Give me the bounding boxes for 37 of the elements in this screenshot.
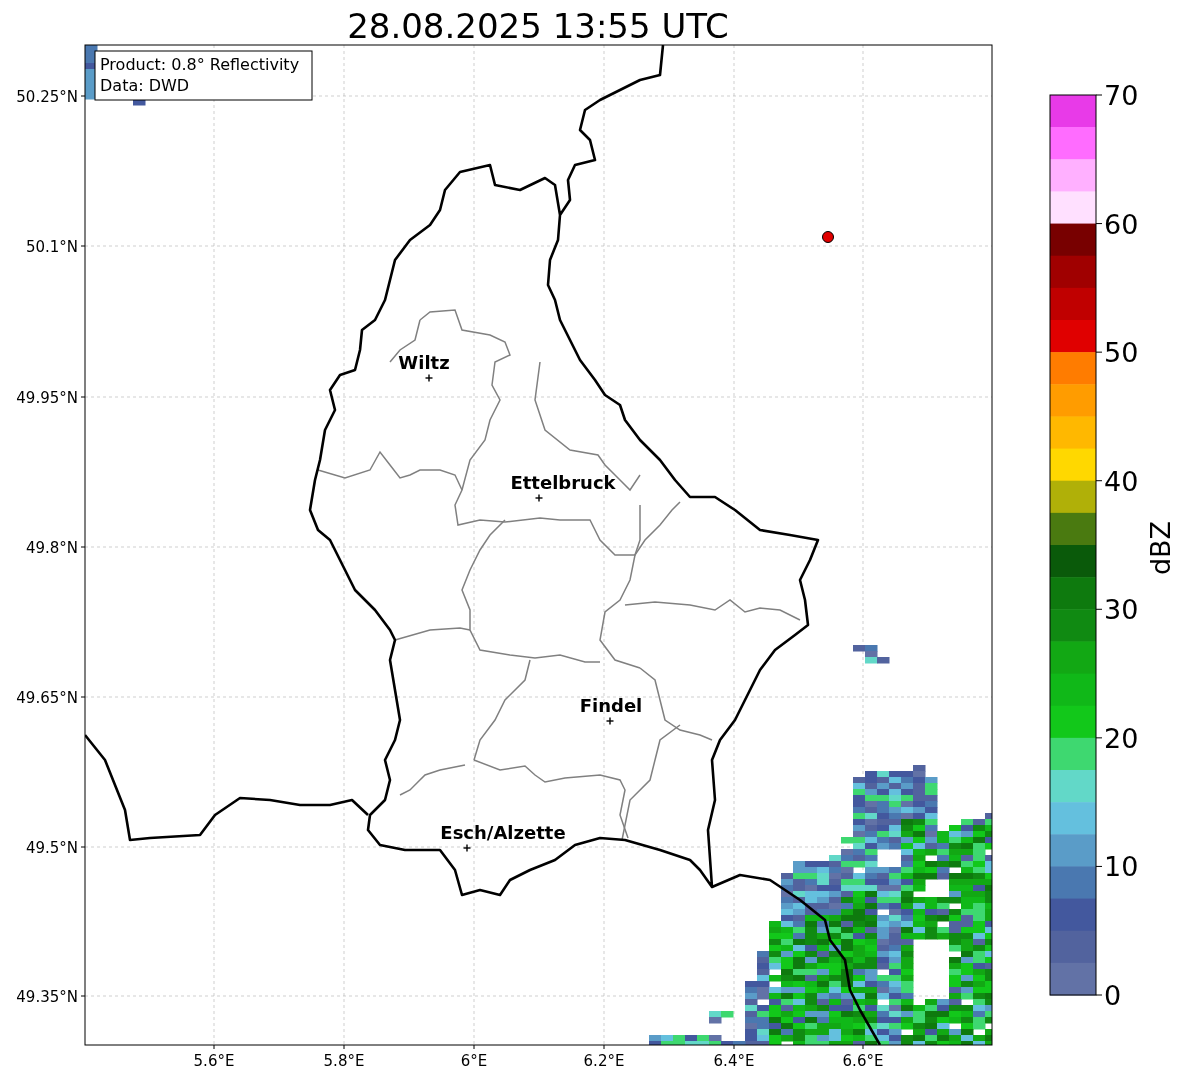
colorbar-tick-label: 10 — [1104, 851, 1139, 883]
info-text: Data: DWD — [100, 76, 190, 95]
colorbar-tick-label: 0 — [1104, 980, 1122, 1011]
city-label: Findel — [579, 695, 643, 716]
longitude-label: 6.4°E — [713, 1052, 755, 1070]
colorbar-tick-label: 20 — [1104, 722, 1139, 754]
map-title: 28.08.2025 13:55 UTC — [347, 6, 729, 46]
city-marker-icon — [534, 493, 544, 503]
city-label: Ettelbruck — [510, 472, 616, 493]
latitude-label: 49.5°N — [25, 839, 78, 857]
city-marker-icon — [462, 843, 472, 853]
info-text: Product: 0.8° Reflectivity — [100, 55, 300, 74]
radar-echo-drawing — [853, 645, 890, 664]
latitude-label: 49.35°N — [16, 988, 78, 1006]
latitude-label: 49.95°N — [16, 389, 78, 407]
radar-echo-drawing — [709, 1011, 734, 1024]
longitude-label: 6.2°E — [583, 1052, 625, 1070]
colorbar-tick-label: 70 — [1104, 80, 1139, 111]
city-marker-icon — [605, 716, 615, 726]
longitude-label: 5.8°E — [323, 1052, 365, 1070]
canton-border — [399, 764, 466, 796]
colorbar-tick-label: 60 — [1104, 208, 1139, 240]
colorbar-label: dBZ — [1145, 520, 1176, 576]
city-label: Esch/Alzette — [440, 822, 566, 843]
city-marker-icon — [424, 373, 434, 383]
colorbar-tick-label: 40 — [1104, 465, 1139, 497]
latitude-label: 50.1°N — [25, 238, 78, 256]
longitude-label: 5.6°E — [193, 1052, 235, 1070]
location-dot-icon — [822, 231, 834, 243]
latitude-label: 50.25°N — [16, 88, 78, 106]
colorbar-tick-label: 30 — [1104, 594, 1139, 626]
latitude-label: 49.65°N — [16, 689, 78, 707]
longitude-label: 6°E — [460, 1052, 488, 1070]
latitude-label: 49.8°N — [25, 539, 78, 557]
colorbar-tick-label: 50 — [1104, 337, 1139, 369]
city-label: Wiltz — [398, 352, 450, 373]
longitude-label: 6.6°E — [842, 1052, 884, 1070]
